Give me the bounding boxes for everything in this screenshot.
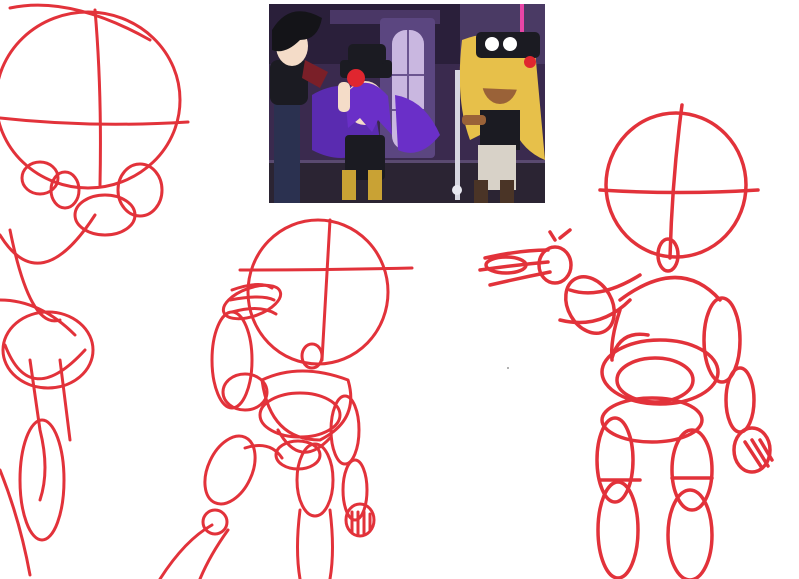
sketch-left-figure <box>0 3 190 577</box>
stray-dot <box>507 367 509 369</box>
reference-image <box>269 4 545 203</box>
drawing-canvas[interactable] <box>0 0 799 579</box>
sketch-middle-figure <box>158 218 414 579</box>
